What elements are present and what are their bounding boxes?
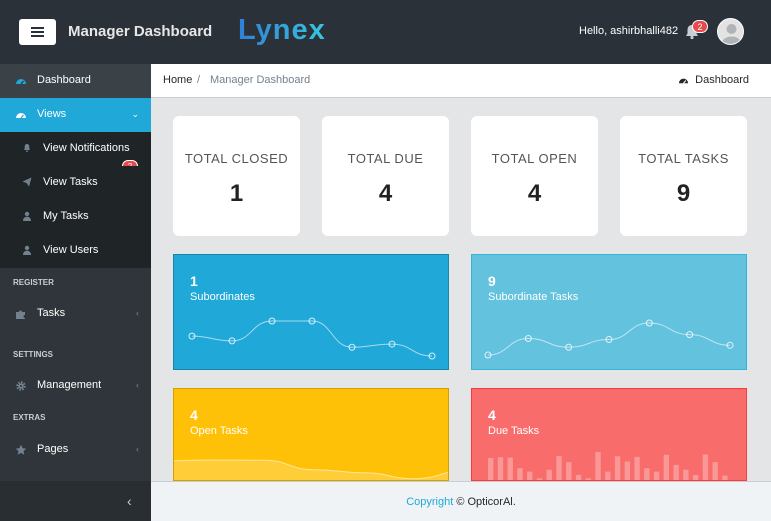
- breadcrumb-current: Manager Dashboard: [210, 74, 311, 86]
- widget-bar-chart: [488, 452, 728, 480]
- gear-icon: [16, 381, 26, 391]
- puzzle-icon: [16, 310, 25, 319]
- brand-logo[interactable]: Lynex: [238, 14, 326, 47]
- stat-value: 4: [527, 180, 542, 207]
- bar-mark: [663, 454, 670, 480]
- breadcrumb-dashboard-link[interactable]: Dashboard: [695, 74, 749, 86]
- chevron-left-icon: ‹: [136, 308, 139, 318]
- user-icon: [23, 211, 31, 221]
- paper-plane-icon: [22, 177, 32, 187]
- widget-subordinate-tasks: 9 Subordinate Tasks: [471, 254, 747, 370]
- footer-text: © OpticorAl.: [456, 496, 516, 508]
- bar-mark: [507, 457, 513, 480]
- bar-mark: [614, 456, 621, 480]
- sidebar-item-view-users[interactable]: View Users: [0, 234, 151, 268]
- widget-sparkline: [188, 317, 436, 360]
- stat-card-total-open: TOTAL OPEN 4: [471, 116, 598, 236]
- sidebar-item-label: View Tasks: [43, 176, 98, 188]
- stat-title: TOTAL CLOSED: [184, 151, 289, 166]
- stat-card-total-closed: TOTAL CLOSED 1: [173, 116, 300, 236]
- notification-badge: 2: [692, 20, 708, 33]
- stat-card-total-tasks: TOTAL TASKS 9: [620, 116, 747, 236]
- copyright-link[interactable]: Copyright: [406, 496, 453, 508]
- stat-value: 1: [229, 180, 244, 207]
- bar-mark: [605, 471, 611, 480]
- page-title: Manager Dashboard: [68, 23, 213, 40]
- widget-open-tasks: 4 Open Tasks: [173, 388, 449, 481]
- sidebar-item-pages[interactable]: Pages ‹: [0, 433, 151, 467]
- user-greeting: Hello, ashirbhalli482: [579, 25, 679, 37]
- chevron-left-icon[interactable]: ‹: [127, 493, 132, 509]
- widget-due-tasks: 4 Due Tasks: [471, 388, 747, 481]
- stat-title: TOTAL DUE: [347, 151, 424, 166]
- breadcrumb: Home / Manager Dashboard Dashboard: [151, 64, 771, 98]
- sidebar-section-title: SETTINGS: [13, 350, 54, 359]
- sidebar-item-label: Tasks: [37, 307, 66, 319]
- bar-mark: [644, 468, 650, 480]
- stat-value: 9: [676, 180, 691, 207]
- sidebar-item-label: My Tasks: [43, 210, 89, 222]
- chevron-down-icon: ⌄: [131, 109, 139, 119]
- sidebar-item-views[interactable]: Views ⌄: [0, 98, 151, 132]
- sidebar: Dashboard Views ⌄ View Notifications 2 V…: [0, 64, 151, 521]
- bar-mark: [527, 471, 533, 480]
- bar-mark: [595, 452, 601, 480]
- bar-mark: [497, 457, 504, 480]
- sidebar-item-tasks[interactable]: Tasks ‹: [0, 297, 151, 331]
- hamburger-icon[interactable]: [19, 19, 56, 45]
- breadcrumb-separator: /: [197, 74, 201, 86]
- bar-mark: [634, 456, 640, 480]
- bar-mark: [683, 469, 689, 480]
- stat-title: TOTAL OPEN: [491, 151, 578, 166]
- bell-icon: [24, 144, 30, 153]
- sidebar-item-label: Pages: [37, 443, 69, 455]
- sidebar-item-view-tasks[interactable]: View Tasks: [0, 166, 151, 200]
- sidebar-item-dashboard[interactable]: Dashboard: [0, 64, 151, 98]
- user-avatar-icon[interactable]: [717, 18, 744, 45]
- sidebar-item-management[interactable]: Management ‹: [0, 369, 151, 403]
- chevron-left-icon: ‹: [136, 444, 139, 454]
- widget-area-chart: [174, 459, 448, 480]
- breadcrumb-home[interactable]: Home: [163, 74, 192, 86]
- user-icon: [23, 245, 31, 255]
- bar-mark: [517, 468, 523, 480]
- sidebar-item-label: Management: [37, 379, 102, 391]
- sidebar-item-view-notifications[interactable]: View Notifications 2: [0, 132, 151, 172]
- sidebar-item-label: Dashboard: [37, 74, 91, 86]
- speedometer-icon: [678, 78, 689, 84]
- bar-mark: [653, 471, 660, 480]
- chevron-left-icon: ‹: [136, 380, 139, 390]
- stat-card-total-due: TOTAL DUE 4: [322, 116, 449, 236]
- sidebar-item-label: View Users: [43, 244, 99, 256]
- stat-value: 4: [378, 180, 393, 207]
- sidebar-item-label: View Notifications: [43, 142, 130, 154]
- top-header: Manager Dashboard Lynex Hello, ashirbhal…: [0, 0, 771, 64]
- sidebar-section-title: REGISTER: [13, 278, 54, 287]
- bar-mark: [488, 458, 494, 480]
- star-icon: [15, 444, 27, 455]
- bar-mark: [712, 462, 718, 480]
- sparkline-series: [487, 322, 731, 356]
- bar-mark: [624, 461, 631, 480]
- speedometer-icon: [16, 79, 26, 85]
- speedometer-icon: [16, 113, 26, 119]
- sidebar-minimizer[interactable]: ‹: [0, 481, 151, 521]
- sidebar-section-title: EXTRAS: [13, 413, 46, 422]
- widget-sparkline: [484, 319, 734, 359]
- sparkline-series: [191, 320, 433, 357]
- sidebar-item-my-tasks[interactable]: My Tasks: [0, 200, 151, 234]
- bar-mark: [566, 462, 572, 480]
- widget-subordinates: 1 Subordinates: [173, 254, 449, 370]
- page-footer: Copyright © OpticorAl.: [151, 481, 771, 521]
- bar-mark: [556, 455, 562, 480]
- bar-mark: [546, 469, 552, 480]
- bar-mark: [702, 454, 709, 480]
- sidebar-item-label: Views: [37, 108, 67, 120]
- bar-mark: [673, 464, 679, 480]
- stat-title: TOTAL TASKS: [638, 151, 729, 166]
- area-series: [174, 459, 448, 480]
